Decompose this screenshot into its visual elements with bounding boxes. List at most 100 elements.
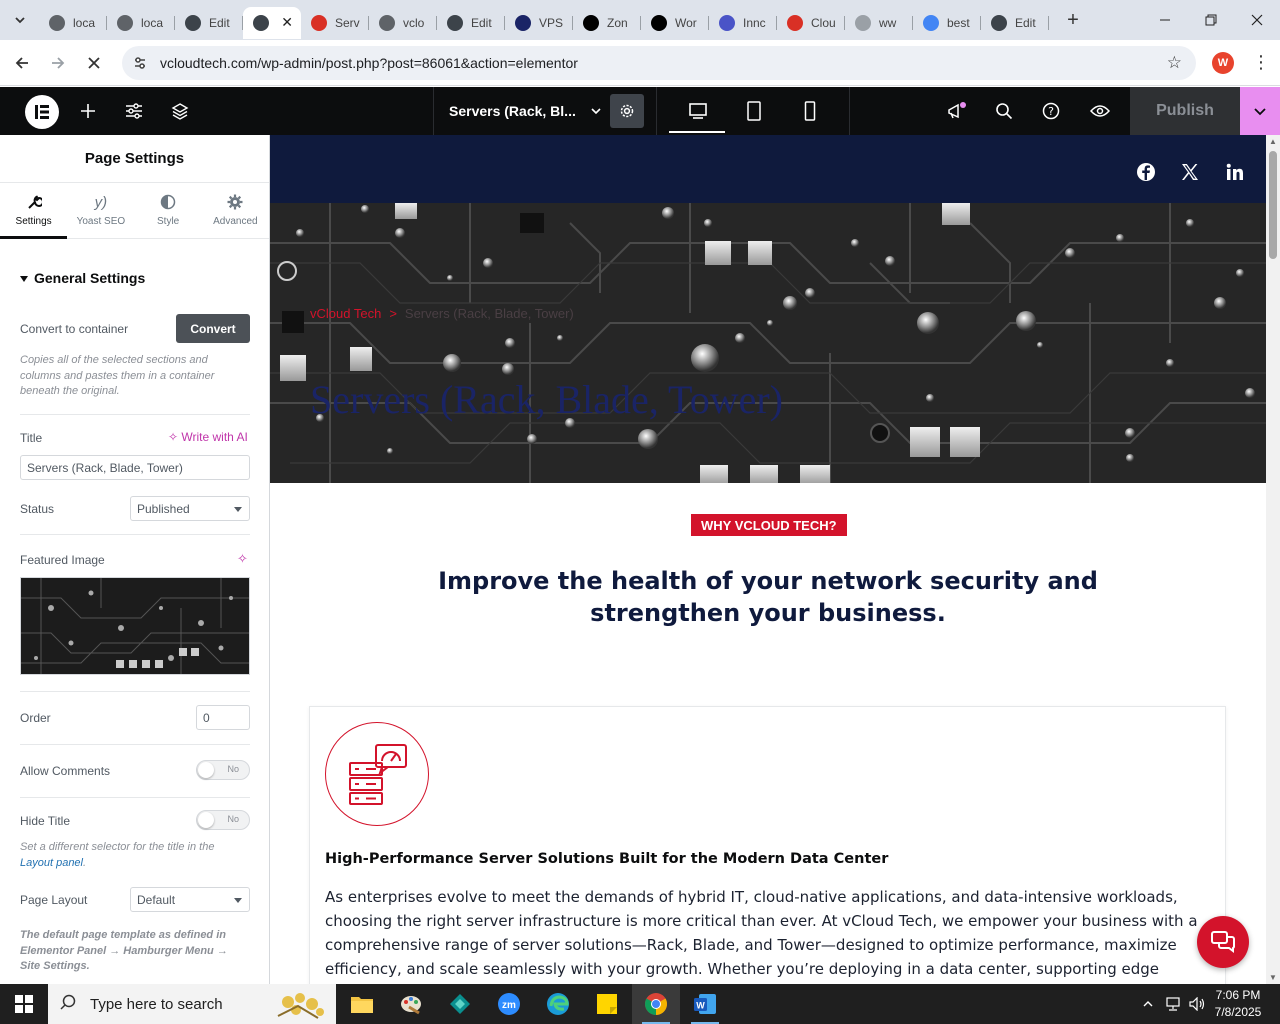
chrome-icon [645, 993, 667, 1015]
browser-tab[interactable]: Wor [641, 7, 709, 39]
chat-widget-button[interactable] [1197, 916, 1249, 968]
help-button[interactable]: ? [1028, 87, 1074, 135]
why-badge: WHY VCLOUD TECH? [691, 514, 847, 536]
document-title-dropdown[interactable]: Servers (Rack, Bl... [433, 87, 608, 135]
panel-tabs: Settings y) Yoast SEO Style Advanced [0, 183, 269, 239]
elementor-logo-button[interactable] [25, 95, 59, 129]
browser-tab[interactable]: Edit [981, 7, 1049, 39]
browser-tab[interactable]: ww [845, 7, 913, 39]
browser-tab[interactable]: loca [39, 7, 107, 39]
bookmark-star-icon[interactable]: ☆ [1167, 53, 1182, 73]
linkedin-icon[interactable] [1224, 161, 1246, 183]
allow-comments-toggle[interactable]: No [196, 760, 250, 780]
sticky-note-icon [597, 994, 617, 1014]
close-tab-icon[interactable]: ✕ [281, 14, 293, 31]
order-input[interactable]: 0 [196, 705, 250, 730]
windows-logo-icon [15, 995, 33, 1013]
svg-text:zm: zm [502, 1000, 516, 1011]
omnibox[interactable]: vcloudtech.com/wp-admin/post.php?post=86… [122, 46, 1196, 80]
browser-menu-icon[interactable]: ⋮ [1252, 52, 1270, 74]
system-clock[interactable]: 7:06 PM 7/8/2025 [1208, 987, 1268, 1021]
word-app[interactable]: W [681, 984, 729, 1024]
tab-advanced[interactable]: Advanced [202, 183, 269, 238]
tab-settings[interactable]: Settings [0, 183, 68, 239]
paint-app[interactable] [387, 984, 435, 1024]
taskbar-search-box[interactable]: Type here to search [48, 984, 336, 1024]
browser-tab[interactable]: best [913, 7, 981, 39]
add-element-button[interactable] [65, 87, 111, 135]
title-input[interactable]: Servers (Rack, Blade, Tower) [20, 455, 250, 480]
title-label: Title [20, 431, 43, 445]
browser-tab[interactable]: Clou [777, 7, 845, 39]
x-icon[interactable] [1179, 161, 1201, 183]
profile-avatar[interactable]: W [1212, 52, 1234, 74]
browser-tab[interactable]: VPS [505, 7, 573, 39]
facebook-icon[interactable] [1135, 161, 1157, 183]
site-settings-button[interactable] [111, 87, 157, 135]
browser-tab[interactable]: Edit [437, 7, 505, 39]
breadcrumb-home-link[interactable]: vCloud Tech [310, 306, 381, 321]
forward-button[interactable] [40, 45, 76, 81]
file-explorer-app[interactable] [338, 984, 386, 1024]
scroll-up-arrow-icon[interactable]: ▲ [1269, 137, 1277, 146]
page-settings-button[interactable] [610, 94, 644, 128]
convert-button[interactable]: Convert [176, 314, 250, 343]
publish-options-button[interactable] [1240, 87, 1280, 135]
mobile-view-button[interactable] [787, 87, 833, 135]
browser-tab[interactable]: Innc [709, 7, 777, 39]
hide-title-toggle[interactable]: No [196, 810, 250, 830]
back-button[interactable] [4, 45, 40, 81]
tab-style[interactable]: Style [135, 183, 202, 238]
preview-button[interactable] [1077, 87, 1123, 135]
edge-app[interactable] [534, 984, 582, 1024]
browser-tab[interactable]: vclo [369, 7, 437, 39]
minimize-button[interactable] [1142, 0, 1188, 40]
gear-icon [227, 194, 243, 212]
write-with-ai-link[interactable]: ✧ Write with AI [168, 430, 248, 444]
structure-button[interactable] [157, 87, 203, 135]
breadcrumb: vCloud Tech > Servers (Rack, Blade, Tower) [310, 306, 574, 321]
network-icon[interactable] [1165, 984, 1185, 1024]
browser-tab[interactable]: Serv [301, 7, 369, 39]
notifications-button[interactable] [934, 87, 980, 135]
volume-icon[interactable] [1188, 984, 1208, 1024]
dev-app[interactable] [436, 984, 484, 1024]
browser-tab[interactable]: Edit [175, 7, 243, 39]
status-select[interactable]: Published [130, 496, 250, 521]
canvas-scrollbar[interactable]: ▲ ▼ [1266, 135, 1280, 984]
new-tab-button[interactable]: + [1061, 9, 1085, 32]
breadcrumb-current: Servers (Rack, Blade, Tower) [404, 306, 574, 321]
scrollbar-thumb[interactable] [1269, 151, 1277, 259]
url-text[interactable]: vcloudtech.com/wp-admin/post.php?post=86… [160, 55, 578, 71]
tab-search-button[interactable] [7, 7, 33, 33]
publish-button[interactable]: Publish [1130, 87, 1240, 135]
clock-time: 7:06 PM [1215, 988, 1261, 1002]
tablet-view-button[interactable] [731, 87, 777, 135]
show-hidden-icons-button[interactable] [1142, 984, 1158, 1024]
general-settings-toggle[interactable]: General Settings [20, 270, 145, 286]
site-info-icon[interactable] [132, 55, 148, 71]
minimize-icon [1160, 19, 1170, 21]
chrome-app[interactable] [632, 984, 680, 1024]
page-layout-select[interactable]: Default [130, 887, 250, 912]
tab-yoast-seo[interactable]: y) Yoast SEO [67, 183, 134, 238]
finder-button[interactable] [981, 87, 1027, 135]
layout-panel-link[interactable]: Layout panel [20, 857, 83, 869]
browser-tab[interactable]: ✕ [243, 7, 301, 39]
status-label: Status [20, 502, 55, 516]
megaphone-icon [948, 102, 966, 119]
ai-sparkle-icon[interactable]: ✧ [237, 551, 248, 567]
browser-tab[interactable]: Zon [573, 7, 641, 39]
close-window-button[interactable] [1234, 0, 1280, 40]
divider [20, 797, 250, 798]
stop-loading-button[interactable] [76, 45, 112, 81]
restore-button[interactable] [1188, 0, 1234, 40]
zoom-app[interactable]: zm [485, 984, 533, 1024]
scroll-down-arrow-icon[interactable]: ▼ [1269, 973, 1277, 982]
sticky-notes-app[interactable] [583, 984, 631, 1024]
featured-image-thumbnail[interactable] [20, 577, 250, 675]
desktop-view-button[interactable] [675, 87, 721, 135]
browser-tab[interactable]: loca [107, 7, 175, 39]
card-title: High-Performance Server Solutions Built … [325, 851, 889, 867]
start-button[interactable] [0, 984, 48, 1024]
